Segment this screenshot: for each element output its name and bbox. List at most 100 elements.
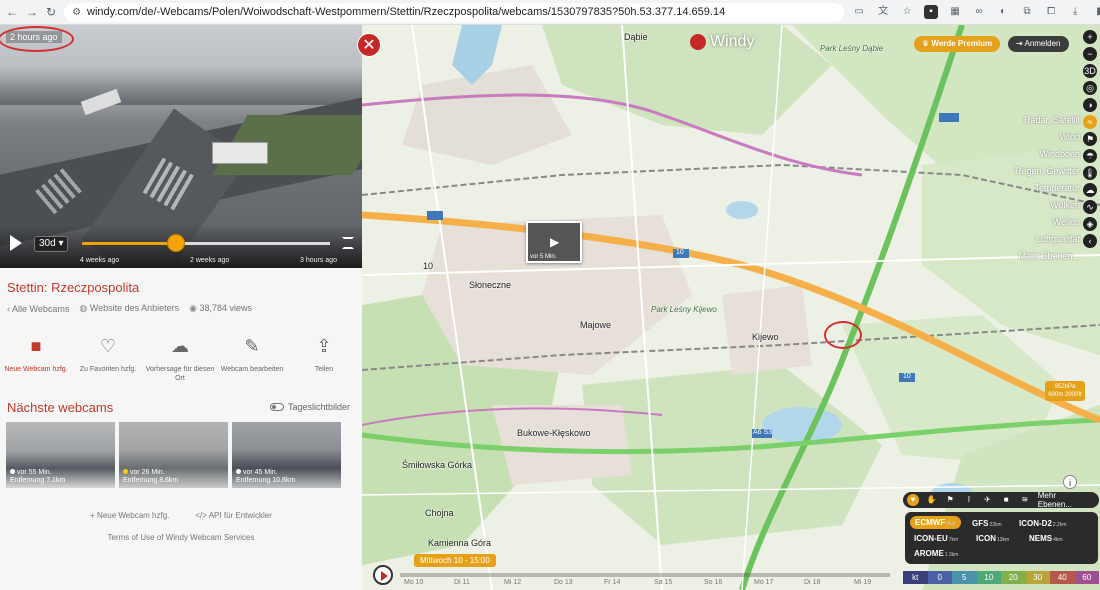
- waves-layer-icon[interactable]: ∿: [1083, 200, 1097, 214]
- layer-radar[interactable]: Radar, Satellit: [980, 112, 1080, 129]
- model-icon[interactable]: ICON13km: [976, 534, 1009, 543]
- terms-link[interactable]: Terms of Use of Windy Webcam Services: [0, 533, 362, 542]
- scale-step: 40: [1050, 571, 1075, 584]
- back-icon[interactable]: ←: [6, 5, 18, 19]
- model-gfs[interactable]: GFS22km: [972, 519, 1002, 528]
- info-icon[interactable]: i: [1063, 475, 1077, 489]
- pencil-icon: ✎: [244, 336, 260, 356]
- translate-icon[interactable]: 文: [876, 5, 890, 19]
- forecast-button[interactable]: ☁ Vorhersage für diesen Ort: [144, 335, 216, 383]
- locate-icon[interactable]: ◎: [1083, 81, 1097, 95]
- address-bar[interactable]: ⚙ windy.com/de/-Webcams/Polen/Woiwodscha…: [64, 2, 845, 22]
- extension-e-icon[interactable]: ⧉: [1020, 5, 1034, 19]
- annotation-circle: [824, 321, 862, 349]
- nearby-webcam-item[interactable]: vor 55 Min. Entfernung 7.1km: [6, 422, 115, 488]
- place-label: Kijewo: [752, 332, 779, 342]
- daylight-toggle[interactable]: Tageslichtbilder: [270, 402, 350, 412]
- zoom-in-icon[interactable]: +: [1083, 30, 1097, 44]
- layer-air-quality[interactable]: Luftqualität: [980, 231, 1080, 248]
- webcam-image[interactable]: 2 hours ago 30d ▾ 4 weeks ago 2 weeks ag…: [0, 25, 362, 268]
- puzzle-icon[interactable]: ⧠: [1044, 5, 1058, 19]
- rain-layer-icon[interactable]: ☂: [1083, 149, 1097, 163]
- webcam-icon[interactable]: ■: [1000, 494, 1012, 506]
- range-select[interactable]: 30d ▾: [34, 236, 68, 252]
- layer-temperature[interactable]: Temperatur: [980, 180, 1080, 197]
- zoom-out-icon[interactable]: −: [1083, 47, 1097, 61]
- thermometer-icon[interactable]: ǀ: [963, 494, 975, 506]
- more-layers-button[interactable]: Mehr Ebenen...: [1038, 491, 1095, 509]
- wind-scale-legend[interactable]: kt 0 5 10 20 30 40 60: [903, 571, 1099, 584]
- pressure-badge[interactable]: 952hPa 600m 2000ft: [1045, 381, 1085, 401]
- model-name: ICON: [976, 534, 996, 543]
- model-icon-eu[interactable]: ICON-EU7km: [914, 534, 958, 543]
- extension-a-icon[interactable]: ▪: [924, 5, 939, 19]
- bookmark-star-icon[interactable]: ☆: [900, 5, 914, 19]
- layer-wind[interactable]: Wind: [980, 129, 1080, 146]
- hand-icon[interactable]: ✋: [926, 494, 938, 506]
- scale-step: 10: [976, 571, 1001, 584]
- gust-layer-icon[interactable]: ⚑: [1083, 132, 1097, 146]
- close-button[interactable]: ✕: [357, 33, 381, 57]
- flag-icon[interactable]: ⚑: [944, 494, 956, 506]
- layer-waves[interactable]: Wellen: [980, 214, 1080, 231]
- place-label: Bukowe-Kłęskowo: [517, 428, 591, 438]
- extension-d-icon[interactable]: ◐: [996, 5, 1010, 19]
- temperature-layer-icon[interactable]: 🌡: [1083, 166, 1097, 180]
- layer-more[interactable]: Mehr Ebenen...: [980, 248, 1080, 265]
- model-name: NEMS: [1029, 534, 1053, 543]
- layer-clouds[interactable]: Wolken: [980, 197, 1080, 214]
- add-webcam-link[interactable]: + Neue Webcam hzfg.: [90, 511, 169, 520]
- all-webcams-link[interactable]: ‹ Alle Webcams: [7, 304, 69, 314]
- edit-webcam-button[interactable]: ✎ Webcam bearbeiten: [216, 335, 288, 383]
- timeline-slider[interactable]: [82, 234, 330, 252]
- nearby-webcam-item[interactable]: vor 45 Min. Entfernung 10.8km: [232, 422, 341, 488]
- site-info-icon[interactable]: ⚙: [72, 7, 81, 18]
- extension-b-icon[interactable]: ▦: [948, 5, 962, 19]
- model-icon-d2[interactable]: ICON-D22.2km: [1019, 519, 1067, 528]
- api-link[interactable]: </> API für Entwickler: [195, 511, 271, 520]
- sidepanel-icon[interactable]: ▮: [1092, 5, 1100, 19]
- forecast-timeline[interactable]: Mittwoch 10 - 15:00 Mo 10 Di 11 Mi 12 Do…: [370, 554, 890, 590]
- login-button[interactable]: ⇥ Anmelden: [1008, 36, 1069, 52]
- forward-icon[interactable]: →: [26, 5, 38, 19]
- model-arome[interactable]: AROME1.3km: [914, 549, 958, 558]
- plane-icon[interactable]: ✈: [982, 494, 994, 506]
- wind-layer-icon[interactable]: ≈: [1083, 115, 1097, 129]
- nearby-webcam-item[interactable]: vor 26 Min. Entfernung 8.6km: [119, 422, 228, 488]
- model-nems[interactable]: NEMS4km: [1029, 534, 1063, 543]
- cast-icon[interactable]: ▭: [852, 5, 866, 19]
- timeline-day-tick: Fr 14: [604, 579, 621, 586]
- share-button[interactable]: ⇪ Teilen: [288, 335, 360, 383]
- fullscreen-icon[interactable]: [342, 237, 354, 249]
- air-quality-layer-icon[interactable]: ◈: [1083, 217, 1097, 231]
- range-select-value: 30d: [39, 238, 56, 249]
- video-truck: [212, 142, 268, 164]
- timeline-play-icon[interactable]: [373, 565, 393, 585]
- webcam-map-marker[interactable]: ▶ vor 5 Min.: [526, 221, 582, 263]
- extension-c-icon[interactable]: ∞: [972, 5, 986, 19]
- download-icon[interactable]: ⤓: [1068, 5, 1082, 19]
- more-layers-icon[interactable]: ‹: [1083, 234, 1097, 248]
- place-label: Kamienna Góra: [428, 538, 492, 548]
- add-webcam-button[interactable]: ■ Neue Webcam hzfg.: [0, 335, 72, 383]
- premium-button[interactable]: ♛ Werde Premium: [914, 36, 1001, 52]
- wifi-icon[interactable]: ≋: [1019, 494, 1031, 506]
- windy-logo[interactable]: Windy: [690, 33, 754, 51]
- globe-icon: ◍: [79, 303, 88, 313]
- provider-link[interactable]: ◍ Website des Anbieters: [79, 303, 179, 314]
- timeline-day-tick: Sa 15: [654, 579, 673, 586]
- favorite-button[interactable]: ♡ Zu Favoriten hzfg.: [72, 335, 144, 383]
- model-ecmwf[interactable]: ECMWF9km: [910, 516, 961, 529]
- layer-gusts[interactable]: Windböen: [980, 146, 1080, 163]
- browser-extensions: ▭ 文 ☆ ▪ ▦ ∞ ◐ ⧉ ⧠ ⤓ ▮ J ⋮: [852, 4, 1100, 20]
- timeline-tick: 2 weeks ago: [190, 257, 230, 264]
- play-icon[interactable]: [10, 235, 22, 251]
- radar-icon[interactable]: ◑: [1083, 98, 1097, 112]
- 3d-icon[interactable]: 3D: [1083, 64, 1097, 78]
- layer-rain[interactable]: Regen, Gewitter: [980, 163, 1080, 180]
- timeline-track[interactable]: [400, 573, 890, 577]
- model-res: 7km: [948, 537, 959, 543]
- favorite-layer-icon[interactable]: ♥: [907, 494, 919, 506]
- clouds-layer-icon[interactable]: ☁: [1083, 183, 1097, 197]
- reload-icon[interactable]: ↻: [46, 5, 56, 19]
